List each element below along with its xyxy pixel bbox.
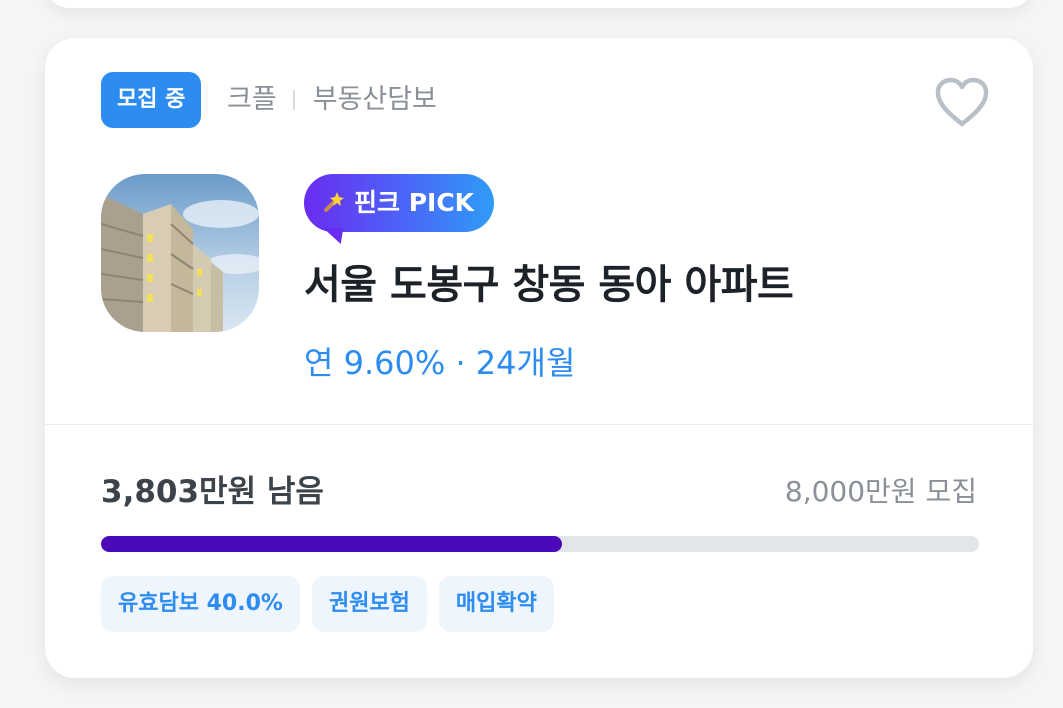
magic-wand-icon <box>320 190 346 216</box>
tag-purchase-commitment: 매입확약 <box>438 576 554 632</box>
favorite-button[interactable] <box>933 76 991 128</box>
previous-card-edge <box>45 0 1033 8</box>
pick-label: 핀크 PICK <box>354 188 475 217</box>
feature-tags: 유효담보 40.0% 권원보험 매입확약 <box>101 576 554 632</box>
category-secondary: 부동산담보 <box>312 84 437 115</box>
funding-progress-bar <box>101 536 979 552</box>
category-divider <box>292 90 295 110</box>
remaining-amount: 3,803만원 남음 <box>101 474 324 510</box>
heart-icon <box>935 77 989 127</box>
product-title: 서울 도봉구 창동 동아 아파트 <box>304 262 794 308</box>
category-breadcrumb: 크플 부동산담보 <box>227 72 437 128</box>
rate-and-term: 연 9.60% · 24개월 <box>304 344 576 382</box>
apartment-thumbnail <box>101 174 259 332</box>
pick-badge: 핀크 PICK <box>304 174 495 232</box>
investment-card[interactable]: 모집 중 크플 부동산담보 핀크 PICK 서울 도봉구 창동 동아 아파트 연… <box>45 38 1033 678</box>
tag-title-insurance: 권원보험 <box>311 576 427 632</box>
funding-progress-fill <box>101 536 562 552</box>
tag-collateral: 유효담보 40.0% <box>101 576 300 632</box>
category-primary: 크플 <box>227 84 277 115</box>
status-badge: 모집 중 <box>101 72 202 128</box>
goal-amount: 8,000만원 모집 <box>784 475 977 508</box>
section-divider <box>45 424 1033 425</box>
